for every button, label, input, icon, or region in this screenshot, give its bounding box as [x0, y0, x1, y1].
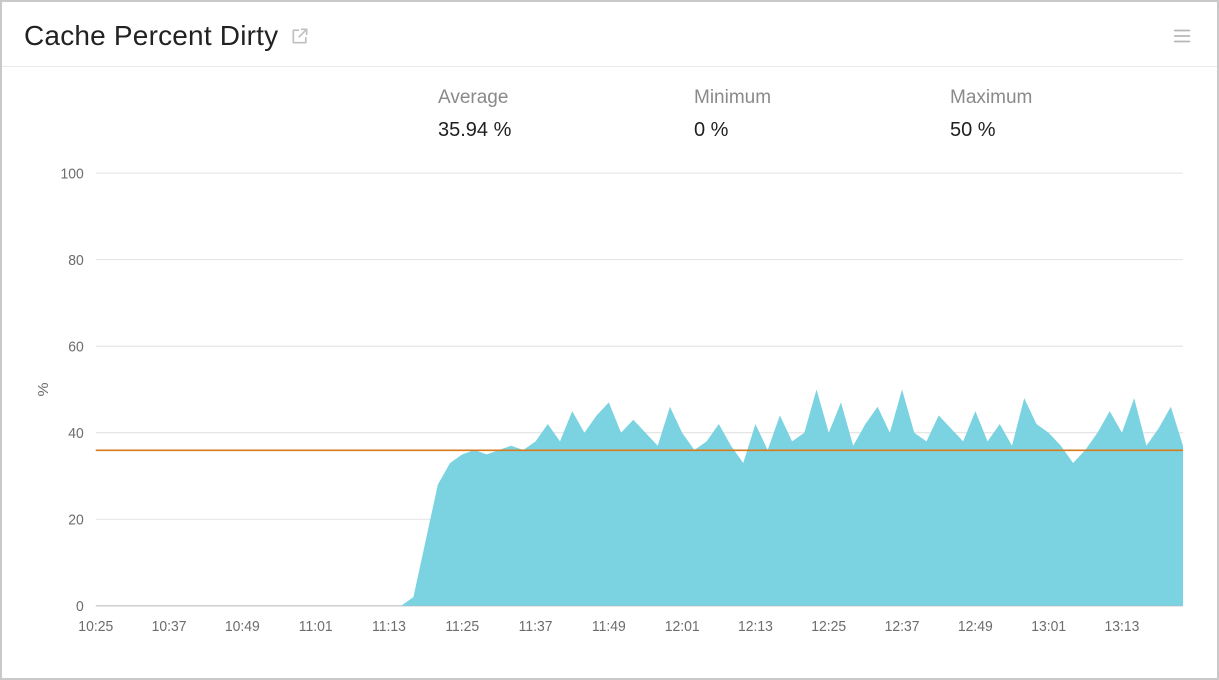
svg-text:60: 60 [68, 339, 84, 355]
svg-text:11:25: 11:25 [445, 619, 479, 635]
stat-average-label: Average [438, 87, 694, 109]
title-wrap: Cache Percent Dirty [24, 20, 310, 52]
area-chart[interactable]: 0 20 40 60 80 100% 10:25 10:37 10:49 11:01 11:13 11… [26, 152, 1193, 648]
stat-minimum-label: Minimum [694, 87, 950, 109]
svg-text:11:01: 11:01 [299, 619, 333, 635]
svg-text:10:49: 10:49 [225, 619, 260, 635]
chart-area: 0 20 40 60 80 100% 10:25 10:37 10:49 11:01 11:13 11… [2, 152, 1217, 678]
svg-text:40: 40 [68, 426, 84, 442]
stat-average-value: 35.94 % [438, 119, 694, 142]
svg-text:13:01: 13:01 [1031, 619, 1066, 635]
svg-text:12:37: 12:37 [885, 619, 920, 635]
svg-text:12:49: 12:49 [958, 619, 993, 635]
svg-text:11:49: 11:49 [592, 619, 626, 635]
stat-minimum-value: 0 % [694, 119, 950, 142]
svg-text:12:01: 12:01 [665, 619, 700, 635]
svg-text:%: % [35, 382, 52, 396]
svg-text:12:25: 12:25 [811, 619, 846, 635]
summary-row: Average 35.94 % Minimum 0 % Maximum 50 % [2, 67, 1217, 152]
svg-text:13:13: 13:13 [1105, 619, 1140, 635]
menu-icon[interactable] [1171, 25, 1193, 47]
svg-text:10:37: 10:37 [152, 619, 187, 635]
panel-header: Cache Percent Dirty [2, 2, 1217, 67]
panel-title: Cache Percent Dirty [24, 20, 278, 52]
chart-panel: Cache Percent Dirty Average 35.94 % Mini… [0, 0, 1219, 680]
popout-icon[interactable] [290, 26, 310, 46]
stat-maximum-value: 50 % [950, 119, 1206, 142]
svg-text:80: 80 [68, 253, 84, 269]
svg-text:0: 0 [76, 599, 84, 615]
svg-text:10:25: 10:25 [78, 619, 113, 635]
svg-text:11:13: 11:13 [372, 619, 406, 635]
stat-minimum: Minimum 0 % [694, 87, 950, 142]
stat-maximum-label: Maximum [950, 87, 1206, 109]
svg-text:12:13: 12:13 [738, 619, 773, 635]
svg-text:20: 20 [68, 512, 84, 528]
svg-text:11:37: 11:37 [519, 619, 553, 635]
svg-text:100: 100 [61, 166, 84, 182]
stat-average: Average 35.94 % [438, 87, 694, 142]
stat-maximum: Maximum 50 % [950, 87, 1206, 142]
